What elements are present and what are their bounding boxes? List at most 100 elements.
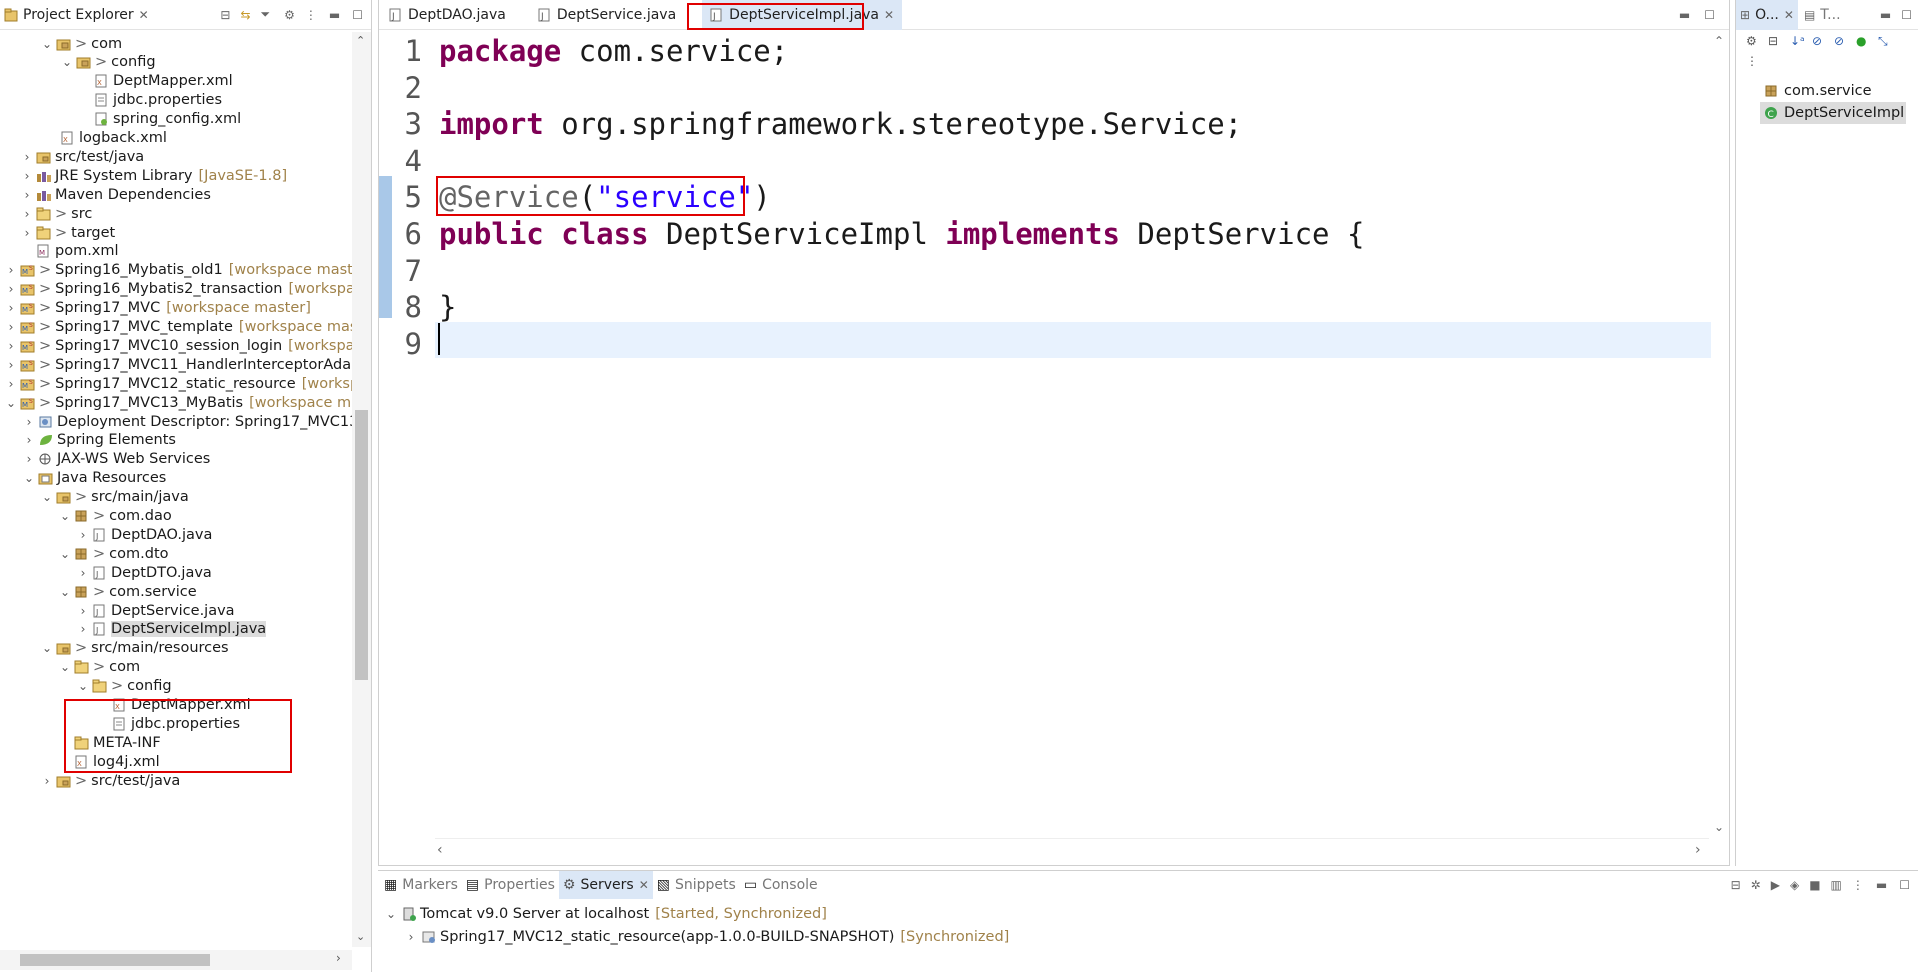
chevron-down-icon[interactable]: ⌄: [58, 509, 72, 523]
publish-icon[interactable]: ▥: [1831, 878, 1842, 892]
horizontal-scrollbar[interactable]: ›: [0, 950, 352, 970]
scroll-up-icon[interactable]: ⌃: [1714, 34, 1724, 48]
minimize-icon[interactable]: ▬: [329, 8, 340, 22]
maximize-icon[interactable]: ☐: [352, 8, 363, 22]
chevron-down-icon[interactable]: ⌄: [58, 547, 72, 561]
minimize-icon[interactable]: ▬: [1880, 8, 1891, 22]
minimize-icon[interactable]: ▬: [1876, 878, 1887, 892]
debug-server-icon[interactable]: ✲: [1751, 878, 1761, 892]
chevron-right-icon[interactable]: ›: [20, 188, 34, 202]
chevron-right-icon[interactable]: ›: [4, 301, 18, 315]
view-menu-icon[interactable]: ⋮: [305, 8, 317, 22]
close-icon[interactable]: ✕: [639, 878, 649, 892]
profile-server-icon[interactable]: ◈: [1790, 878, 1799, 892]
scroll-down-icon[interactable]: ⌄: [1714, 820, 1724, 834]
hide-nonpublic-icon[interactable]: ●: [1856, 34, 1866, 48]
stop-server-icon[interactable]: ■: [1809, 878, 1820, 892]
chevron-down-icon[interactable]: ⌄: [76, 679, 90, 693]
chevron-right-icon[interactable]: ›: [4, 377, 18, 391]
tab-task-list[interactable]: ▤ T...: [1798, 0, 1847, 30]
chevron-right-icon[interactable]: ›: [20, 150, 34, 164]
code-line[interactable]: @Service("service"): [439, 180, 771, 214]
close-tab-icon[interactable]: ✕: [884, 8, 894, 22]
chevron-right-icon[interactable]: ›: [404, 930, 418, 944]
chevron-right-icon[interactable]: ›: [76, 604, 90, 618]
chevron-right-icon[interactable]: ›: [22, 415, 36, 429]
link-with-editor-icon[interactable]: ⇆: [240, 8, 250, 22]
module-row[interactable]: › Spring17_MVC12_static_resource(app-1.0…: [404, 926, 1010, 948]
chevron-down-icon[interactable]: ⌄: [60, 55, 74, 69]
chevron-down-icon[interactable]: ⌄: [58, 585, 72, 599]
collapse-icon[interactable]: ⊟: [1768, 34, 1778, 48]
scroll-right-icon[interactable]: ›: [336, 951, 341, 965]
chevron-right-icon[interactable]: ›: [40, 774, 54, 788]
code-line[interactable]: package com.service;: [439, 34, 788, 68]
hscrollbar-thumb[interactable]: [20, 954, 210, 966]
scroll-up-icon[interactable]: ⌃: [356, 34, 365, 47]
view-menu-icon[interactable]: ⋮: [1746, 54, 1758, 68]
tab-servers[interactable]: ⚙ Servers ✕: [558, 871, 653, 899]
tab-outline[interactable]: ⊞ O... ✕: [1736, 0, 1798, 30]
sort-icon[interactable]: ↓ᵃ: [1790, 34, 1805, 48]
editor-vscrollbar[interactable]: ⌃ ⌄: [1709, 30, 1729, 838]
chevron-down-icon[interactable]: ⌄: [40, 641, 54, 655]
hide-static-icon[interactable]: ⊘: [1834, 34, 1844, 48]
tab-snippets[interactable]: ▧ Snippets: [653, 871, 740, 899]
chevron-right-icon[interactable]: ›: [20, 169, 34, 183]
maximize-icon[interactable]: ☐: [1899, 878, 1910, 892]
editor-hscrollbar[interactable]: ‹ ›: [435, 838, 1709, 860]
chevron-right-icon[interactable]: ›: [22, 452, 36, 466]
outline-item-class[interactable]: C DeptServiceImpl: [1760, 102, 1906, 124]
chevron-down-icon[interactable]: ⌄: [58, 660, 72, 674]
code-area[interactable]: 1 package com.service; 2 3 import org.spring…: [379, 34, 1711, 834]
chevron-right-icon[interactable]: ›: [76, 566, 90, 580]
tab-deptdao[interactable]: J DeptDAO.java: [381, 0, 514, 30]
close-icon[interactable]: ✕: [1784, 8, 1794, 22]
vertical-scrollbar[interactable]: ⌃ ⌄: [352, 32, 371, 947]
close-icon[interactable]: ✕: [139, 8, 149, 22]
chevron-right-icon[interactable]: ›: [22, 433, 36, 447]
chevron-down-icon[interactable]: ⌄: [40, 490, 54, 504]
code-line[interactable]: public class DeptServiceImpl implements …: [439, 217, 1364, 251]
tab-deptservice[interactable]: J DeptService.java: [530, 0, 684, 30]
chevron-right-icon[interactable]: ›: [76, 528, 90, 542]
chevron-down-icon[interactable]: ⌄: [22, 471, 36, 485]
tab-properties[interactable]: ▤ Properties: [462, 871, 559, 899]
outline-item-package[interactable]: com.service: [1764, 80, 1872, 102]
chevron-right-icon[interactable]: ›: [4, 263, 18, 277]
sync-icon[interactable]: ⚙: [1746, 34, 1757, 48]
chevron-right-icon[interactable]: ›: [4, 282, 18, 296]
new-server-icon[interactable]: ⊟: [1731, 878, 1741, 892]
maximize-icon[interactable]: ☐: [1704, 8, 1715, 22]
collapse-all-icon[interactable]: ⊟: [220, 8, 230, 22]
code-line[interactable]: import org.springframework.stereotype.Se…: [439, 107, 1242, 141]
chevron-right-icon[interactable]: ›: [20, 207, 34, 221]
scrollbar-thumb[interactable]: [355, 410, 368, 680]
hide-fields-icon[interactable]: ⊘: [1812, 34, 1822, 48]
tab-deptserviceimpl[interactable]: J DeptServiceImpl.java ✕: [702, 0, 903, 30]
chevron-right-icon[interactable]: ›: [4, 339, 18, 353]
tab-markers[interactable]: ▦ Markers: [378, 871, 462, 899]
focus-icon[interactable]: ⚙: [284, 8, 295, 22]
hide-local-icon[interactable]: ⤡: [1878, 34, 1888, 49]
scroll-left-icon[interactable]: ‹: [437, 842, 443, 858]
chevron-right-icon[interactable]: ›: [4, 358, 18, 372]
tab-console[interactable]: ▭ Console: [740, 871, 822, 899]
chevron-down-icon[interactable]: ⌄: [384, 907, 398, 921]
filter-icon[interactable]: ⏷: [261, 7, 271, 22]
chevron-right-icon[interactable]: ›: [20, 226, 34, 240]
chevron-right-icon[interactable]: ›: [76, 622, 90, 636]
scroll-down-icon[interactable]: ⌄: [356, 930, 365, 943]
server-row[interactable]: ⌄ Tomcat v9.0 Server at localhost [Start…: [384, 903, 827, 925]
chevron-down-icon[interactable]: ⌄: [40, 37, 54, 51]
chevron-right-icon[interactable]: ›: [4, 320, 18, 334]
maximize-icon[interactable]: ☐: [1901, 8, 1912, 22]
chevron-down-icon[interactable]: ⌄: [4, 396, 18, 410]
minimize-icon[interactable]: ▬: [1679, 8, 1690, 22]
scroll-right-icon[interactable]: ›: [1695, 842, 1701, 858]
start-server-icon[interactable]: ▶: [1771, 878, 1780, 892]
tree-item[interactable]: › > src/test/java: [40, 769, 181, 792]
code-line[interactable]: }: [439, 290, 456, 324]
view-menu-icon[interactable]: ⋮: [1852, 878, 1864, 892]
project-explorer-tab[interactable]: Project Explorer ✕: [0, 0, 157, 30]
